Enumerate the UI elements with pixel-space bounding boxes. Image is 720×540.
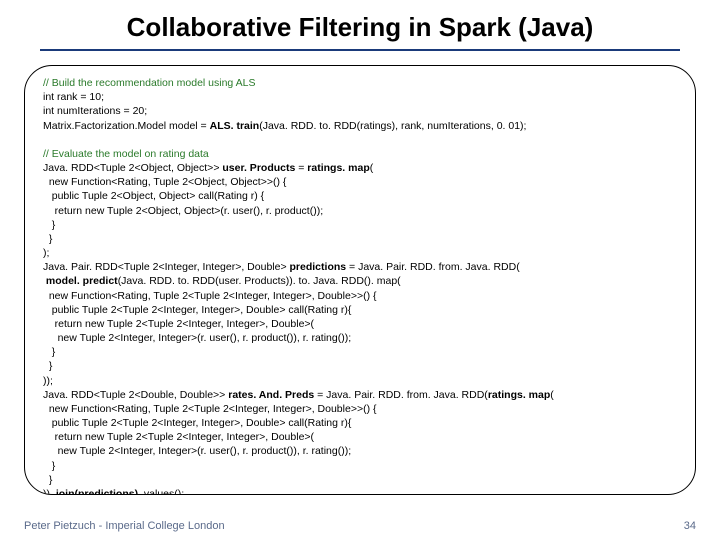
code-line: ( [370, 162, 374, 174]
code-line: public Tuple 2<Object, Object> call(Rati… [43, 190, 264, 202]
code-line: Matrix.Factorization.Model model = [43, 120, 210, 132]
code-bold: model. predict [46, 275, 118, 287]
code-line: new Tuple 2<Integer, Integer>(r. user(),… [43, 445, 351, 457]
code-bold: ALS. train [210, 120, 260, 132]
code-line: } [43, 460, 55, 472]
code-line: Java. Pair. RDD<Tuple 2<Integer, Integer… [43, 261, 290, 273]
code-bold: predictions [290, 261, 347, 273]
code-bold: user. Products [222, 162, 295, 174]
code-bold: ratings. map [307, 162, 369, 174]
footer-author: Peter Pietzuch - Imperial College London [24, 520, 225, 532]
code-line: return new Tuple 2<Tuple 2<Integer, Inte… [43, 431, 314, 443]
code-bold: ratings. map [488, 389, 550, 401]
code-line: public Tuple 2<Tuple 2<Integer, Integer>… [43, 417, 351, 429]
code-line: = Java. Pair. RDD. from. Java. RDD( [346, 261, 520, 273]
code-line: Java. RDD<Tuple 2<Double, Double>> [43, 389, 228, 401]
code-block: // Build the recommendation model using … [24, 65, 696, 495]
code-bold: rates. And. Preds [228, 389, 314, 401]
code-line: return new Tuple 2<Object, Object>(r. us… [43, 205, 323, 217]
slide-title: Collaborative Filtering in Spark (Java) [40, 0, 680, 51]
code-line: )); [43, 375, 53, 387]
comment-line: // Evaluate the model on rating data [43, 148, 209, 160]
code-line: = Java. Pair. RDD. from. Java. RDD( [314, 389, 488, 401]
code-line: new Function<Rating, Tuple 2<Tuple 2<Int… [43, 403, 377, 415]
code-line: return new Tuple 2<Tuple 2<Integer, Inte… [43, 318, 314, 330]
code-line: } [43, 474, 52, 486]
code-line: )). [43, 488, 56, 495]
code-line: } [43, 233, 52, 245]
code-line: = [295, 162, 307, 174]
code-line: } [43, 360, 52, 372]
code-line: } [43, 219, 55, 231]
code-line: (Java. RDD. to. RDD(user. Products)). to… [118, 275, 401, 287]
code-bold: join(predictions) [56, 488, 138, 495]
comment-line: // Build the recommendation model using … [43, 77, 255, 89]
code-line: public Tuple 2<Tuple 2<Integer, Integer>… [43, 304, 351, 316]
code-line: . values(); [138, 488, 184, 495]
code-line: ( [550, 389, 554, 401]
code-line: int rank = 10; [43, 91, 104, 103]
code-line: Java. RDD<Tuple 2<Object, Object>> [43, 162, 222, 174]
code-line: } [43, 346, 55, 358]
code-line: new Function<Rating, Tuple 2<Object, Obj… [43, 176, 286, 188]
code-line: int numIterations = 20; [43, 105, 147, 117]
code-line: ); [43, 247, 49, 259]
code-content: // Build the recommendation model using … [43, 76, 677, 495]
code-line: (Java. RDD. to. RDD(ratings), rank, numI… [259, 120, 526, 132]
page-number: 34 [684, 520, 696, 532]
code-line: new Function<Rating, Tuple 2<Tuple 2<Int… [43, 290, 377, 302]
code-line: new Tuple 2<Integer, Integer>(r. user(),… [43, 332, 351, 344]
